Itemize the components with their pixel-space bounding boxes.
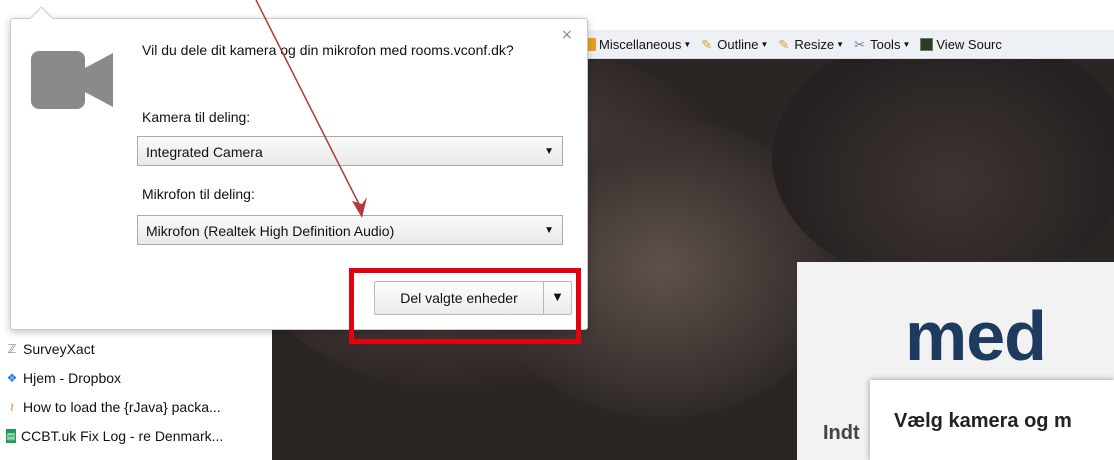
camera-select[interactable]: Integrated Camera ▼ — [137, 136, 563, 166]
bookmarks-toolbar: Miscellaneous ▼ ✎ Outline ▼ ✎ Resize ▼ ✂… — [583, 30, 1114, 59]
tools-icon: ✂ — [854, 36, 865, 52]
camera-label: Kamera til deling: — [142, 109, 251, 125]
toolbar-label: View Sourc — [936, 36, 1002, 52]
toolbar-label: Tools — [870, 36, 901, 52]
bookmark-item[interactable]: ℤ SurveyXact — [6, 334, 272, 363]
bookmark-item[interactable]: ▤ CCBT.uk Fix Log - re Denmark... — [6, 421, 272, 450]
bookmark-label: Hjem - Dropbox — [23, 369, 122, 386]
bookmark-label: CCBT.uk Fix Log - re Denmark... — [21, 427, 224, 444]
page-logo-text: med — [905, 297, 1047, 375]
chevron-down-icon: ▼ — [836, 39, 845, 49]
permission-question: Vil du dele dit kamera og din mikrofon m… — [142, 42, 514, 58]
pencil-icon: ✎ — [701, 36, 713, 52]
video-camera-icon — [31, 51, 113, 109]
toolbar-resize[interactable]: ✎ Resize ▼ — [778, 37, 844, 52]
microphone-select-value: Mikrofon (Realtek High Definition Audio) — [146, 223, 395, 239]
chevron-down-icon: ▼ — [544, 146, 554, 157]
microphone-label: Mikrofon til deling: — [142, 186, 255, 202]
toolbar-outline[interactable]: ✎ Outline ▼ — [701, 37, 768, 52]
toolbar-tools[interactable]: ✂ Tools ▼ — [854, 37, 910, 52]
bookmark-label: SurveyXact — [23, 340, 95, 357]
page-partial-text: Indt — [823, 422, 860, 444]
toolbar-view-source[interactable]: View Sourc — [920, 37, 1002, 52]
toolbar-label: Resize — [794, 36, 835, 52]
camera-select-modal: Vælg kamera og m — [870, 380, 1114, 460]
toolbar-label: Miscellaneous — [599, 36, 682, 52]
dropbox-icon: ❖ — [6, 370, 18, 385]
close-button[interactable]: × — [561, 27, 573, 43]
toolbar-miscellaneous[interactable]: Miscellaneous ▼ — [583, 37, 691, 52]
microphone-select[interactable]: Mikrofon (Realtek High Definition Audio)… — [137, 215, 563, 245]
bookmark-item[interactable]: ❖ Hjem - Dropbox — [6, 363, 272, 392]
chevron-down-icon: ▼ — [902, 39, 911, 49]
survey-icon: ℤ — [7, 341, 17, 356]
bookmark-item[interactable]: ≀ How to load the {rJava} packa... — [6, 392, 272, 421]
chevron-down-icon: ▼ — [683, 39, 692, 49]
sheets-icon: ▤ — [6, 428, 16, 443]
toolbar-label: Outline — [717, 36, 759, 52]
bookmark-label: How to load the {rJava} packa... — [23, 398, 221, 415]
stackoverflow-icon: ≀ — [9, 399, 15, 414]
camera-select-value: Integrated Camera — [146, 144, 263, 160]
chevron-down-icon: ▼ — [544, 225, 554, 236]
monitor-icon — [920, 37, 934, 51]
bookmark-list: ℤ SurveyXact ❖ Hjem - Dropbox ≀ How to l… — [6, 334, 272, 450]
chevron-down-icon: ▼ — [760, 39, 769, 49]
annotation-highlight-box — [349, 268, 581, 344]
pencil-icon: ✎ — [778, 36, 790, 52]
modal-title: Vælg kamera og m — [894, 410, 1072, 432]
